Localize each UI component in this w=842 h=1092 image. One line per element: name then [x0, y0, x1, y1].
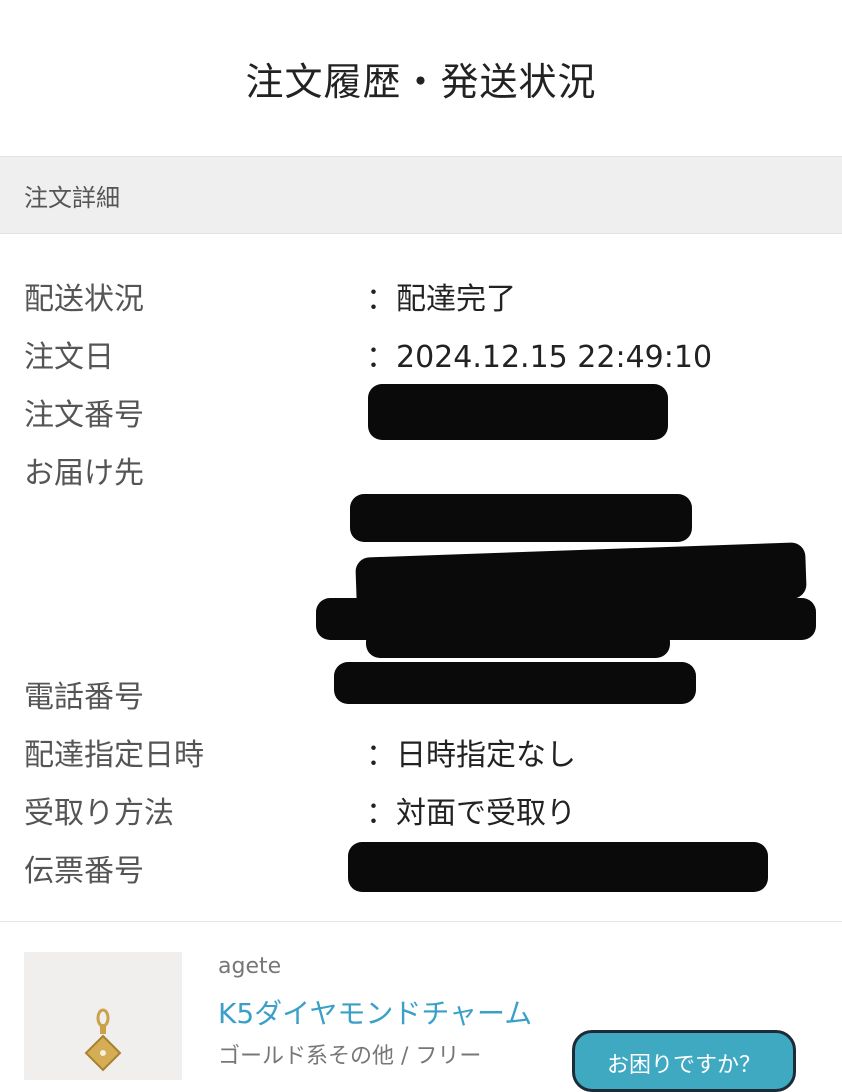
phone-redaction [334, 662, 696, 704]
shipping-status-label: 配送状況 [24, 282, 144, 317]
section-header: 注文詳細 [0, 156, 842, 234]
page-header: 注文履歴・発送状況 [0, 0, 842, 156]
order-date-label: 注文日 [24, 340, 114, 375]
divider [0, 921, 842, 922]
product-brand: agete [218, 954, 282, 979]
help-button[interactable]: お困りですか？ [572, 1030, 796, 1092]
receipt-method-value: ：対面で受取り [366, 796, 576, 831]
product-name-link[interactable]: K5ダイヤモンドチャーム [218, 992, 532, 1032]
postal-code-redaction [350, 494, 692, 542]
product-thumbnail[interactable] [24, 952, 182, 1080]
page-title: 注文履歴・発送状況 [245, 59, 597, 104]
phone-label: 電話番号 [24, 680, 144, 715]
recipient-redaction [366, 628, 670, 658]
delivery-datetime-label: 配達指定日時 [24, 738, 204, 773]
section-title: 注文詳細 [24, 183, 120, 212]
shipping-status-value: ：配達完了 [366, 282, 516, 317]
destination-label: お届け先 [24, 456, 144, 491]
order-number-redaction [368, 384, 668, 440]
delivery-datetime-value: ：日時指定なし [366, 738, 576, 773]
product-variant: ゴールド系その他 / フリー [218, 1044, 482, 1069]
order-number-label: 注文番号 [24, 398, 144, 433]
slip-number-redaction [348, 842, 768, 892]
order-date-value: ：2024.12.15 22:49:10 [366, 340, 713, 375]
charm-image [84, 1008, 122, 1072]
slip-number-label: 伝票番号 [24, 854, 144, 889]
receipt-method-label: 受取り方法 [24, 796, 174, 831]
